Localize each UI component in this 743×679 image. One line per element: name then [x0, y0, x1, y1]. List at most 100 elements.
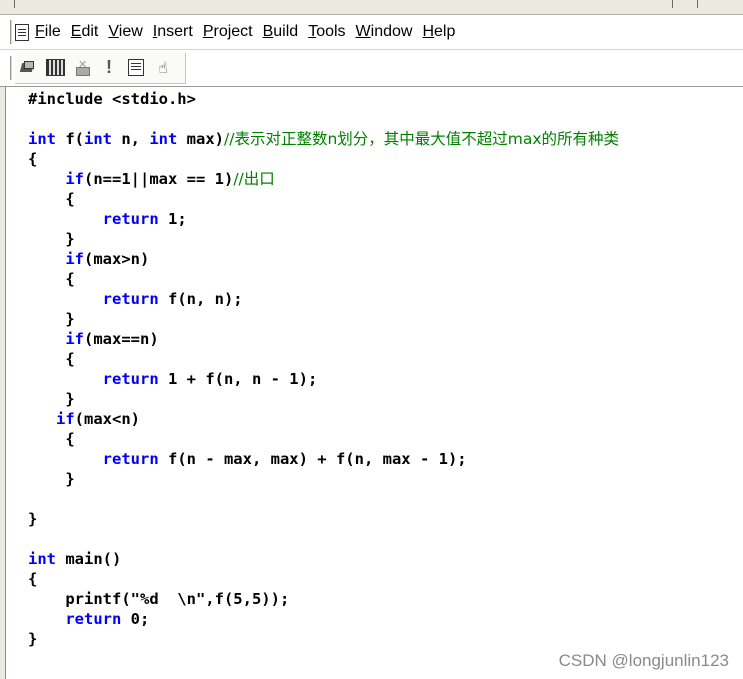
code-keyword: if: [65, 330, 84, 348]
code-token: (max==n): [84, 330, 159, 348]
go-button[interactable]: ☝: [152, 57, 174, 79]
code-keyword: if: [65, 170, 84, 188]
code-token: 1 + f(n, n - 1);: [158, 370, 318, 388]
code-keyword: int: [28, 130, 56, 148]
code-editor[interactable]: #include <stdio.h> int f(int n, int max)/…: [0, 87, 743, 679]
execute-icon: !: [106, 57, 112, 77]
code-comment: //表示对正整数n划分，其中最大值不超过max的所有种类: [224, 130, 620, 148]
compile-button[interactable]: [17, 57, 39, 79]
menu-project[interactable]: Project: [203, 23, 253, 41]
menu-file[interactable]: File: [35, 23, 61, 41]
code-line: return f(n - max, max) + f(n, max - 1);: [28, 449, 619, 469]
insert-breakpoint-button[interactable]: [125, 57, 147, 79]
menu-accelerator: V: [108, 23, 119, 40]
code-token: }: [28, 310, 75, 328]
code-token: {: [28, 430, 75, 448]
execute-button[interactable]: !: [98, 57, 120, 79]
compile-icon: [20, 60, 36, 75]
code-line: }: [28, 509, 619, 529]
menu-accelerator: W: [355, 23, 371, 40]
menu-bar-grip[interactable]: [6, 20, 11, 44]
menu-label: roject: [213, 23, 253, 40]
menu-label: indow: [370, 23, 413, 40]
code-keyword: return: [65, 610, 122, 628]
stop-build-button[interactable]: [71, 57, 93, 79]
code-line: {: [28, 569, 619, 589]
code-token: printf("%d \n",f(5,5));: [28, 590, 290, 608]
code-line: }: [28, 229, 619, 249]
menu-view[interactable]: View: [108, 23, 142, 41]
code-keyword: int: [149, 130, 178, 148]
code-line: return 0;: [28, 609, 619, 629]
code-comment: //出口: [233, 170, 275, 188]
toolbar-grip[interactable]: [6, 56, 11, 80]
menu-window[interactable]: Window: [356, 23, 413, 41]
code-line: printf("%d \n",f(5,5));: [28, 589, 619, 609]
code-token: }: [28, 630, 38, 648]
strip-divider: [672, 0, 673, 8]
menu-insert[interactable]: Insert: [153, 23, 193, 41]
stop-build-icon: [74, 58, 90, 76]
code-token: (n==1||max == 1): [84, 170, 234, 188]
build-icon: [45, 59, 65, 76]
code-keyword: int: [28, 550, 56, 568]
code-token: 1;: [158, 210, 187, 228]
menu-build[interactable]: Build: [263, 23, 299, 41]
menu-accelerator: E: [70, 23, 82, 40]
code-keyword: int: [84, 130, 112, 148]
menu-label: iew: [118, 23, 143, 40]
strip-divider: [697, 0, 698, 8]
code-line: }: [28, 469, 619, 489]
code-token: }: [28, 510, 38, 528]
menu-accelerator: F: [35, 23, 45, 40]
source-code[interactable]: #include <stdio.h> int f(int n, int max)/…: [28, 89, 619, 649]
code-line: if(n==1||max == 1)//出口: [28, 169, 619, 189]
code-keyword: if: [65, 250, 84, 268]
code-token: (max<n): [74, 410, 140, 428]
menu-accelerator: B: [262, 23, 274, 40]
code-line: return 1 + f(n, n - 1);: [28, 369, 619, 389]
build-button[interactable]: [44, 57, 66, 79]
menu-accelerator: T: [308, 23, 317, 40]
code-keyword: return: [102, 370, 159, 388]
code-line: return 1;: [28, 209, 619, 229]
code-line: }: [28, 629, 619, 649]
code-keyword: return: [102, 210, 159, 228]
menu-tools[interactable]: Tools: [308, 23, 345, 41]
code-line: return f(n, n);: [28, 289, 619, 309]
watermark: CSDN @longjunlin123: [558, 651, 729, 670]
code-line: }: [28, 389, 619, 409]
code-token: f(: [56, 130, 84, 148]
code-line: if(max==n): [28, 329, 619, 349]
code-line: int main(): [28, 549, 619, 569]
code-token: main(): [56, 550, 122, 568]
menu-label: ile: [44, 23, 61, 40]
menu-label: dit: [81, 23, 99, 40]
code-token: {: [28, 150, 38, 168]
code-line: #include <stdio.h>: [28, 89, 619, 109]
code-token: f(n - max, max) + f(n, max - 1);: [158, 450, 467, 468]
code-token: {: [28, 570, 38, 588]
code-keyword: return: [102, 290, 159, 308]
code-line: {: [28, 349, 619, 369]
insert-breakpoint-icon: [128, 59, 144, 76]
code-line: if(max<n): [28, 409, 619, 429]
menu-help[interactable]: Help: [422, 23, 455, 41]
code-token: (max>n): [84, 250, 150, 268]
document-icon[interactable]: [15, 23, 29, 41]
code-line: {: [28, 269, 619, 289]
menu-edit[interactable]: Edit: [71, 23, 99, 41]
code-line: int f(int n, int max)//表示对正整数n划分，其中最大值不超…: [28, 129, 619, 149]
code-token: }: [28, 390, 75, 408]
menu-items: File Edit View Insert Project Build Tools Windo…: [35, 23, 465, 41]
code-token: n,: [112, 130, 150, 148]
code-token: max): [177, 130, 224, 148]
